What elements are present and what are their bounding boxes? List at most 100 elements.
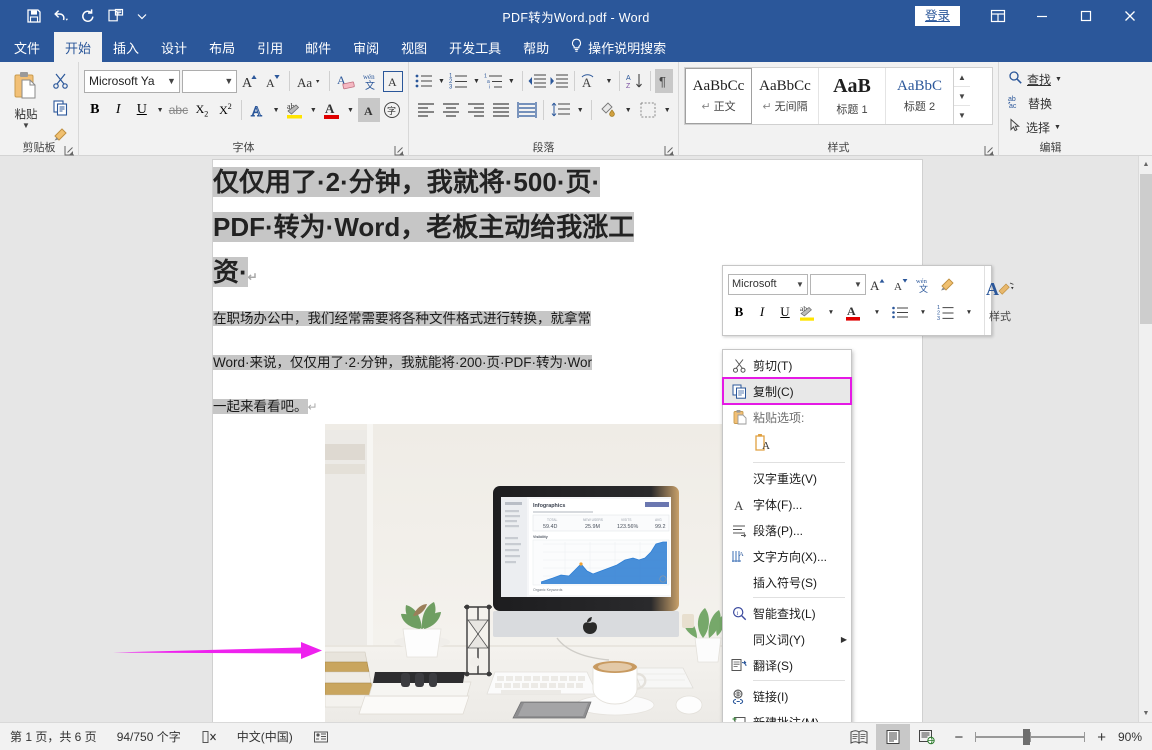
sign-in-button[interactable]: 登录 [914,6,960,26]
chevron-down-icon[interactable]: ▼ [221,76,236,86]
mini-italic-button[interactable]: I [751,300,773,324]
bold-button[interactable]: B [84,98,106,122]
customize-qat-icon[interactable] [130,4,154,28]
zoom-slider-thumb[interactable] [1023,729,1031,745]
proofing-errors-icon[interactable] [191,729,227,745]
mini-grow-font-icon[interactable]: A [867,272,889,296]
phonetic-guide-icon[interactable]: wén 文 [359,69,381,93]
styles-dialog-launcher[interactable] [984,143,995,156]
zoom-out-button[interactable]: − [944,729,967,746]
increase-indent-icon[interactable] [549,69,569,93]
line-spacing-icon[interactable] [549,98,572,122]
read-mode-view-button[interactable] [842,724,876,750]
font-size-combo[interactable]: ▼ [181,69,238,93]
decrease-indent-icon[interactable] [527,69,547,93]
mini-numbering-icon[interactable]: 123 [935,300,957,324]
font-dialog-launcher[interactable] [394,143,405,156]
bullets-icon[interactable] [414,69,434,93]
scrollbar-thumb[interactable] [1140,174,1152,324]
borders-icon[interactable] [636,98,659,122]
mini-shrink-font-icon[interactable]: A [890,272,912,296]
language-indicator[interactable]: 中文(中国) [227,728,303,745]
shading-icon[interactable] [597,98,620,122]
paste-text-only-icon[interactable]: A [753,432,775,459]
find-dropdown-arrow[interactable]: ▼ [1055,76,1062,83]
text-effects-icon[interactable]: A [247,98,269,122]
tab-design[interactable]: 设计 [150,32,198,62]
page-indicator[interactable]: 第 1 页，共 6 页 [0,728,107,745]
clipboard-dialog-launcher[interactable] [64,143,75,156]
tab-mailings[interactable]: 邮件 [294,32,342,62]
underline-button[interactable]: U [131,98,153,122]
replace-button[interactable]: ab ac 替换 [1004,93,1097,113]
zoom-in-button[interactable]: + [1093,729,1110,746]
web-layout-view-button[interactable] [910,724,944,750]
tab-layout[interactable]: 布局 [198,32,246,62]
shrink-font-icon[interactable]: A [262,69,283,93]
sort-icon[interactable]: AZ [625,69,645,93]
font-color-icon[interactable]: A [321,98,343,122]
enclose-characters-icon[interactable]: 字 [382,98,404,122]
mini-text-highlight-icon[interactable]: ab [797,300,819,324]
document-image[interactable]: Infographics TOTAL 59.4D NEW USERS 25.9M… [325,424,724,722]
underline-dropdown-arrow[interactable]: ▼ [155,98,166,122]
word-count[interactable]: 94/750 个字 [107,728,191,745]
style-item-nospacing[interactable]: AaBbCc ↵ 无间隔 [752,68,819,124]
style-item-heading2[interactable]: AaBbC 标题 2 [886,68,953,124]
mini-highlight-dropdown-arrow[interactable]: ▼ [820,300,842,324]
gallery-scroll-up-icon[interactable]: ▲ [954,68,970,87]
align-left-icon[interactable] [414,98,437,122]
align-center-icon[interactable] [439,98,462,122]
gallery-scroll-down-icon[interactable]: ▼ [954,87,970,106]
justify-icon[interactable] [490,98,513,122]
context-menu-item-font[interactable]: A 字体(F)... [723,491,851,517]
tab-review[interactable]: 审阅 [342,32,390,62]
gallery-more-icon[interactable]: ▼ [954,106,970,124]
multilevel-list-icon[interactable]: 1ai [484,69,504,93]
zoom-level[interactable]: 90% [1110,730,1152,744]
mini-font-name-combo[interactable]: Microsoft ▼ [728,273,808,295]
line-spacing-dropdown-arrow[interactable]: ▼ [574,98,586,122]
subscript-button[interactable]: X2 [191,98,213,122]
scroll-down-icon[interactable]: ▼ [1139,705,1152,722]
tab-references[interactable]: 引用 [246,32,294,62]
tell-me-search[interactable]: 操作说明搜索 [560,32,666,62]
context-menu-item-cut[interactable]: 剪切(T) [723,352,851,378]
chevron-down-icon[interactable]: ▼ [851,280,865,289]
mini-font-color-dropdown-arrow[interactable]: ▼ [866,300,888,324]
highlight-dropdown-arrow[interactable]: ▼ [308,98,319,122]
chevron-down-icon[interactable]: ▼ [793,280,807,289]
context-menu-item-smart-lookup[interactable]: i 智能查找(L) [723,600,851,626]
context-menu-item-reconvert[interactable]: 汉字重选(V) [723,465,851,491]
undo-icon[interactable] [49,4,73,28]
tab-view[interactable]: 视图 [390,32,438,62]
superscript-button[interactable]: X2 [215,98,237,122]
distributed-align-icon[interactable] [515,98,538,122]
asian-layout-dropdown-arrow[interactable]: ▼ [603,69,614,93]
chevron-down-icon[interactable]: ▼ [164,76,179,86]
redo-icon[interactable] [76,4,100,28]
context-menu-item-link[interactable]: 链接(I) [723,683,851,709]
mini-bullets-dropdown-arrow[interactable]: ▼ [912,300,934,324]
borders-dropdown-arrow[interactable]: ▼ [661,98,673,122]
character-border-icon[interactable]: A [383,70,403,92]
copy-icon[interactable] [47,96,73,118]
tab-home[interactable]: 开始 [54,32,103,62]
character-shading-icon[interactable]: A [358,98,380,122]
scroll-up-icon[interactable]: ▲ [1139,156,1152,173]
numbering-icon[interactable]: 123 [449,69,469,93]
mini-styles-button[interactable]: A 样式 [984,266,1015,335]
record-macro-icon[interactable] [303,729,339,745]
text-effects-dropdown-arrow[interactable]: ▼ [271,98,282,122]
text-highlight-color-icon[interactable]: ab [284,98,306,122]
print-layout-view-button[interactable] [876,724,911,750]
zoom-slider[interactable] [975,729,1086,745]
mini-numbering-dropdown-arrow[interactable]: ▼ [958,300,980,324]
vertical-scrollbar[interactable]: ▲ ▼ [1138,156,1152,722]
mini-font-color-icon[interactable]: A [843,300,865,324]
context-menu-item-text-direction[interactable]: A 文字方向(X)... [723,543,851,569]
minimize-icon[interactable] [1020,0,1064,32]
close-icon[interactable] [1108,0,1152,32]
mini-bold-button[interactable]: B [728,300,750,324]
font-name-combo[interactable]: Microsoft Ya ▼ [84,69,180,93]
